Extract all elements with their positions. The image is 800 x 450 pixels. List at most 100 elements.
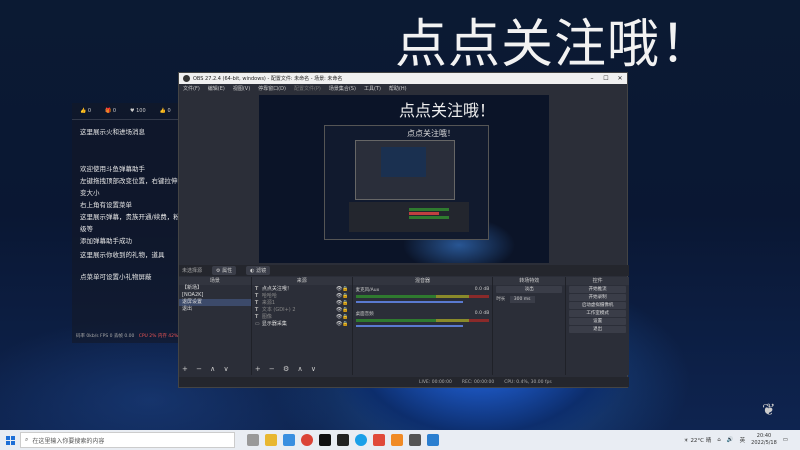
- source-item[interactable]: T 点点关注哦！ 👁🔒: [252, 285, 352, 293]
- menu-help[interactable]: 帮助(H): [389, 85, 407, 92]
- eye-icon[interactable]: 👁🔒: [336, 286, 352, 292]
- settings-button[interactable]: 设置: [569, 318, 627, 325]
- mixer-channel[interactable]: 麦克风/Aux 0.0 dB: [353, 285, 493, 309]
- transition-select[interactable]: 淡出: [496, 286, 563, 293]
- obs-menubar: 文件(F) 编辑(E) 视图(V) 停靠窗口(D) 配置文件(P) 场景集合(S…: [179, 84, 627, 93]
- scene-item[interactable]: [NOA2K]: [179, 292, 251, 299]
- obs-window[interactable]: OBS 27.2.4 (64-bit, windows) - 配置文件: 未命名…: [178, 72, 630, 388]
- text-source-icon: T: [254, 306, 259, 313]
- scene-item-selected[interactable]: 退屏设置: [179, 299, 251, 306]
- app-icon[interactable]: [427, 434, 439, 446]
- controls-dock: 控件 开始推流 开始录制 启动虚拟摄像机 工作室模式 设置 退出: [566, 277, 630, 375]
- controls-header: 控件: [566, 277, 630, 285]
- obs-titlebar[interactable]: OBS 27.2.4 (64-bit, windows) - 配置文件: 未命名…: [179, 73, 627, 84]
- exit-button[interactable]: 退出: [569, 326, 627, 333]
- corner-logo-icon: ❦: [762, 400, 776, 419]
- obs-preview[interactable]: 点点关注哦！ 点点关注哦！: [259, 95, 549, 263]
- text-source-icon: T: [254, 285, 259, 292]
- nested-obs-window: [355, 140, 455, 200]
- nested-meter: [409, 212, 439, 215]
- channel-name: 麦克风/Aux: [355, 288, 380, 293]
- menu-profile[interactable]: 配置文件(P): [294, 85, 321, 92]
- mixer-channel[interactable]: 桌面音频 0.0 dB: [353, 309, 493, 333]
- virtual-camera-button[interactable]: 启动虚拟摄像机: [569, 302, 627, 309]
- app-icon[interactable]: [409, 434, 421, 446]
- volume-meter: [355, 319, 490, 322]
- system-tray: ☀ 22°C 晴 ⌂ 🔊 英 20:40 2022/5/18 ▭: [684, 433, 800, 447]
- eye-icon[interactable]: 👁🔒: [336, 321, 352, 327]
- app-icon[interactable]: [373, 434, 385, 446]
- fan-icon: 👍 0: [80, 108, 92, 114]
- gift-icon: 🎁 0: [105, 108, 117, 114]
- duration-input[interactable]: 300 ms: [509, 296, 535, 303]
- source-item[interactable]: ▭ 显示器采集 👁🔒: [252, 320, 352, 328]
- text-source-icon: T: [254, 299, 259, 306]
- obs-status-bar: LIVE: 00:00:00 REC: 00:00:00 CPU: 0.4%, …: [179, 377, 629, 387]
- chat-message: 这里展示你收到的礼物，道具: [80, 251, 165, 259]
- start-button[interactable]: [0, 430, 20, 450]
- minimize-icon[interactable]: –: [585, 75, 599, 82]
- chat-message: 点菜单可设置小礼物屏蔽: [80, 273, 152, 281]
- menu-docks[interactable]: 停靠窗口(D): [258, 85, 286, 92]
- eye-icon[interactable]: 👁🔒: [336, 307, 352, 313]
- properties-button[interactable]: ⚙ 属性: [212, 266, 237, 275]
- menu-edit[interactable]: 编辑(E): [208, 85, 225, 92]
- scenes-header: 场景: [179, 277, 251, 285]
- edge-icon[interactable]: [283, 434, 295, 446]
- tiktok-icon[interactable]: [319, 434, 331, 446]
- channel-db: 0.0 dB: [474, 311, 490, 316]
- chat-message: 这里展示火和进场消息: [80, 128, 145, 136]
- volume-slider[interactable]: [355, 301, 463, 303]
- source-item[interactable]: T 哈哈哈 👁🔒: [252, 292, 352, 300]
- start-recording-button[interactable]: 开始录制: [569, 294, 627, 301]
- overlay-title: 点点关注哦！: [395, 15, 714, 75]
- duration-row: 时长 300 ms: [493, 294, 565, 304]
- clock[interactable]: 20:40 2022/5/18: [751, 433, 777, 447]
- menu-tools[interactable]: 工具(T): [364, 85, 381, 92]
- obs-taskbar-icon[interactable]: [337, 434, 349, 446]
- network-icon[interactable]: ⌂: [717, 437, 721, 443]
- live-time: LIVE: 00:00:00: [419, 379, 452, 385]
- source-item[interactable]: T 文本 (GDI+) 2 👁🔒: [252, 306, 352, 314]
- mixer-dock: 混音器 麦克风/Aux 0.0 dB 桌面音频 0.0 dB: [352, 277, 493, 375]
- scene-item[interactable]: 【新场】: [179, 285, 251, 292]
- preview-overlay-text: 点点关注哦！: [399, 101, 496, 120]
- scene-item[interactable]: 退出: [179, 306, 251, 313]
- maximize-icon[interactable]: ☐: [599, 75, 613, 82]
- app-icon[interactable]: [391, 434, 403, 446]
- notification-icon[interactable]: ▭: [783, 437, 788, 443]
- eye-icon[interactable]: 👁🔒: [336, 293, 352, 299]
- volume-icon[interactable]: 🔊: [727, 437, 734, 443]
- taskbar-apps: [247, 434, 439, 446]
- task-view-icon[interactable]: [247, 434, 259, 446]
- text-source-icon: T: [254, 292, 259, 299]
- source-item[interactable]: T 图像 👁🔒: [252, 313, 352, 321]
- menu-file[interactable]: 文件(F): [183, 85, 200, 92]
- chat-message: 级等: [80, 225, 93, 233]
- chat-message: 欢迎使用斗鱼弹幕助手: [80, 165, 145, 173]
- volume-slider[interactable]: [355, 325, 463, 327]
- taskbar: ⌕ 在这里输入你要搜索的内容 ☀ 22°C 晴 ⌂ 🔊 英 20:40 2022…: [0, 430, 800, 450]
- nested-meter: [409, 208, 449, 211]
- source-dock-controls[interactable]: + − ⚙ ∧ ∨: [255, 365, 319, 373]
- source-item[interactable]: T 来源1 👁🔒: [252, 299, 352, 307]
- menu-view[interactable]: 视图(V): [233, 85, 250, 92]
- taskbar-search[interactable]: ⌕ 在这里输入你要搜索的内容: [20, 432, 235, 448]
- sources-dock: 来源 T 点点关注哦！ 👁🔒 T 哈哈哈 👁🔒 T 来源1 👁🔒 T 文本 (GDI+) 2 👁…: [251, 277, 352, 375]
- close-icon[interactable]: ✕: [613, 75, 627, 82]
- filters-button[interactable]: ◐ 滤镜: [246, 266, 271, 275]
- studio-mode-button[interactable]: 工作室模式: [569, 310, 627, 317]
- weather-icon[interactable]: ☀ 22°C 晴: [684, 436, 712, 444]
- menu-scene-collection[interactable]: 场景集合(S): [329, 85, 356, 92]
- eye-icon[interactable]: 👁🔒: [336, 314, 352, 320]
- input-lang[interactable]: 英: [740, 436, 746, 444]
- browser-icon[interactable]: [355, 434, 367, 446]
- nested-obs-docks: [349, 202, 469, 232]
- start-streaming-button[interactable]: 开始推流: [569, 286, 627, 293]
- chrome-icon[interactable]: [301, 434, 313, 446]
- file-explorer-icon[interactable]: [265, 434, 277, 446]
- scene-dock-controls[interactable]: + − ∧ ∨: [182, 365, 232, 373]
- nested-obs-preview: [381, 147, 426, 177]
- volume-meter: [355, 295, 490, 298]
- eye-icon[interactable]: 👁🔒: [336, 300, 352, 306]
